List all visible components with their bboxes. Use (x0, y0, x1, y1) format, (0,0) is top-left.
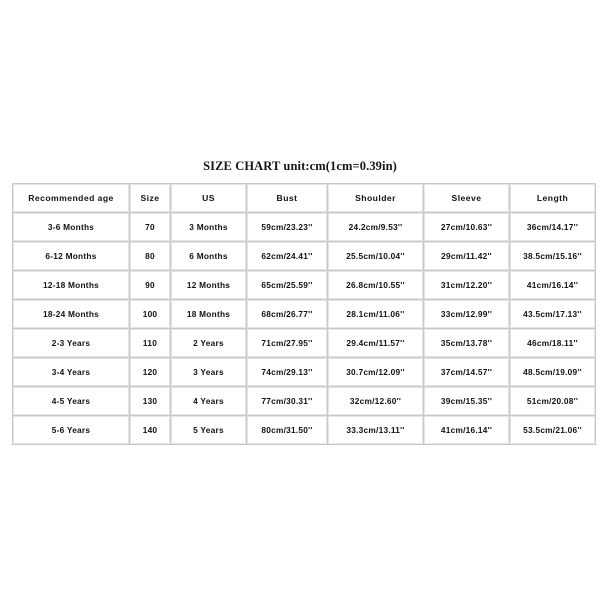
cell-length: 38.5cm/15.16'' (510, 242, 595, 270)
cell-sleeve: 41cm/16.14'' (424, 416, 509, 444)
page-title: SIZE CHART unit:cm(1cm=0.39in) (203, 159, 397, 173)
cell-size: 120 (130, 358, 170, 386)
cell-recommended-age: 3-4 Years (13, 358, 129, 386)
column-header-recommended-age: Recommended age (13, 184, 129, 212)
cell-bust: 77cm/30.31'' (247, 387, 327, 415)
cell-recommended-age: 6-12 Months (13, 242, 129, 270)
cell-length: 43.5cm/17.13'' (510, 300, 595, 328)
cell-size: 70 (130, 213, 170, 241)
cell-us: 4 Years (171, 387, 246, 415)
cell-recommended-age: 2-3 Years (13, 329, 129, 357)
table-row: 3-6 Months 70 3 Months 59cm/23.23'' 24.2… (13, 213, 595, 241)
cell-recommended-age: 5-6 Years (13, 416, 129, 444)
cell-sleeve: 35cm/13.78'' (424, 329, 509, 357)
cell-recommended-age: 3-6 Months (13, 213, 129, 241)
cell-length: 46cm/18.11'' (510, 329, 595, 357)
cell-length: 48.5cm/19.09'' (510, 358, 595, 386)
cell-size: 80 (130, 242, 170, 270)
cell-bust: 80cm/31.50'' (247, 416, 327, 444)
cell-bust: 62cm/24.41'' (247, 242, 327, 270)
cell-shoulder: 28.1cm/11.06'' (328, 300, 423, 328)
column-header-us: US (171, 184, 246, 212)
table-row: 3-4 Years 120 3 Years 74cm/29.13'' 30.7c… (13, 358, 595, 386)
cell-bust: 59cm/23.23'' (247, 213, 327, 241)
cell-shoulder: 25.5cm/10.04'' (328, 242, 423, 270)
cell-us: 12 Months (171, 271, 246, 299)
cell-recommended-age: 12-18 Months (13, 271, 129, 299)
column-header-shoulder: Shoulder (328, 184, 423, 212)
size-chart-table-container: Recommended age Size US Bust Shoulder Sl… (12, 183, 596, 445)
cell-shoulder: 26.8cm/10.55'' (328, 271, 423, 299)
column-header-length: Length (510, 184, 595, 212)
cell-recommended-age: 18-24 Months (13, 300, 129, 328)
column-header-bust: Bust (247, 184, 327, 212)
column-header-sleeve: Sleeve (424, 184, 509, 212)
size-chart-table: Recommended age Size US Bust Shoulder Sl… (12, 183, 596, 445)
cell-sleeve: 37cm/14.57'' (424, 358, 509, 386)
cell-shoulder: 32cm/12.60'' (328, 387, 423, 415)
table-row: 2-3 Years 110 2 Years 71cm/27.95'' 29.4c… (13, 329, 595, 357)
cell-bust: 68cm/26.77'' (247, 300, 327, 328)
cell-us: 5 Years (171, 416, 246, 444)
cell-size: 110 (130, 329, 170, 357)
cell-bust: 74cm/29.13'' (247, 358, 327, 386)
cell-sleeve: 27cm/10.63'' (424, 213, 509, 241)
cell-shoulder: 29.4cm/11.57'' (328, 329, 423, 357)
cell-us: 2 Years (171, 329, 246, 357)
column-header-size: Size (130, 184, 170, 212)
cell-bust: 65cm/25.59'' (247, 271, 327, 299)
cell-shoulder: 33.3cm/13.11'' (328, 416, 423, 444)
cell-us: 3 Years (171, 358, 246, 386)
cell-length: 53.5cm/21.06'' (510, 416, 595, 444)
cell-us: 3 Months (171, 213, 246, 241)
cell-bust: 71cm/27.95'' (247, 329, 327, 357)
table-row: 5-6 Years 140 5 Years 80cm/31.50'' 33.3c… (13, 416, 595, 444)
cell-sleeve: 31cm/12.20'' (424, 271, 509, 299)
cell-size: 90 (130, 271, 170, 299)
table-header-row: Recommended age Size US Bust Shoulder Sl… (13, 184, 595, 212)
cell-recommended-age: 4-5 Years (13, 387, 129, 415)
cell-length: 36cm/14.17'' (510, 213, 595, 241)
cell-sleeve: 39cm/15.35'' (424, 387, 509, 415)
size-chart-page: SIZE CHART unit:cm(1cm=0.39in) Recommend… (0, 0, 600, 600)
cell-us: 18 Months (171, 300, 246, 328)
cell-shoulder: 24.2cm/9.53'' (328, 213, 423, 241)
cell-us: 6 Months (171, 242, 246, 270)
cell-sleeve: 33cm/12.99'' (424, 300, 509, 328)
cell-shoulder: 30.7cm/12.09'' (328, 358, 423, 386)
table-row: 18-24 Months 100 18 Months 68cm/26.77'' … (13, 300, 595, 328)
cell-size: 140 (130, 416, 170, 444)
cell-size: 100 (130, 300, 170, 328)
cell-sleeve: 29cm/11.42'' (424, 242, 509, 270)
cell-size: 130 (130, 387, 170, 415)
cell-length: 41cm/16.14'' (510, 271, 595, 299)
table-row: 4-5 Years 130 4 Years 77cm/30.31'' 32cm/… (13, 387, 595, 415)
cell-length: 51cm/20.08'' (510, 387, 595, 415)
table-row: 12-18 Months 90 12 Months 65cm/25.59'' 2… (13, 271, 595, 299)
table-row: 6-12 Months 80 6 Months 62cm/24.41'' 25.… (13, 242, 595, 270)
